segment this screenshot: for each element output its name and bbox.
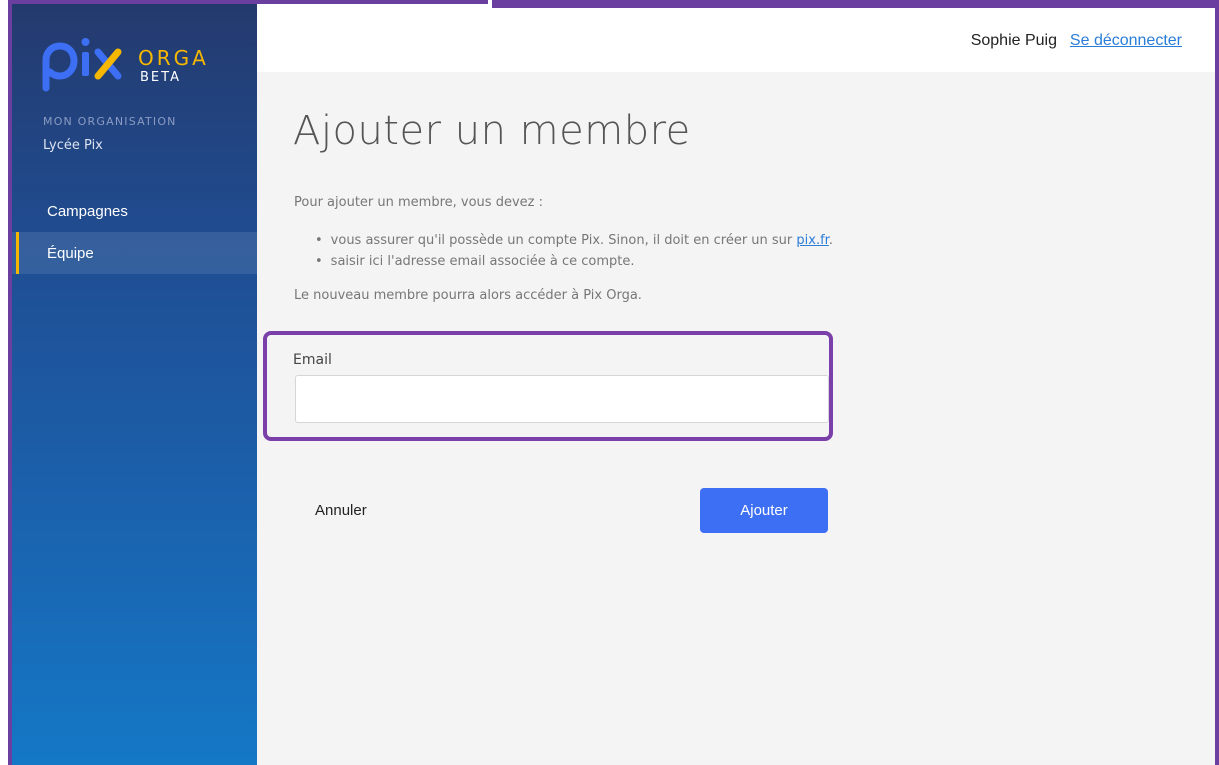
sidebar: ORGA BETA MON ORGANISATION Lycée Pix Cam… [12,4,257,765]
sidebar-item-campagnes[interactable]: Campagnes [12,190,257,232]
main-content: Ajouter un membre Pour ajouter un membre… [257,72,1215,765]
outro-text: Le nouveau membre pourra alors accéder à… [294,288,642,303]
page-title: Ajouter un membre [293,108,691,154]
sidebar-item-label: Équipe [47,244,94,262]
sidebar-nav: Campagnes Équipe [12,190,257,274]
sidebar-item-label: Campagnes [47,202,128,220]
top-bar: Sophie Puig Se déconnecter [257,8,1215,72]
bullet-text: vous assurer qu'il possède un compte Pix… [330,233,797,248]
list-item: vous assurer qu'il possède un compte Pix… [315,230,833,251]
cancel-button[interactable]: Annuler [315,502,367,519]
logout-link[interactable]: Se déconnecter [1070,32,1182,50]
email-field-highlight: Email [263,331,833,441]
logo-beta-badge: BETA [140,70,181,85]
list-item: saisir ici l'adresse email associée à ce… [315,251,833,272]
logo-product-name: ORGA [138,46,209,70]
user-name: Sophie Puig [970,32,1057,49]
intro-text: Pour ajouter un membre, vous devez : [294,195,543,210]
add-button[interactable]: Ajouter [700,488,828,533]
pix-fr-link[interactable]: pix.fr [796,233,828,248]
bullet-end: . [828,233,833,248]
email-label: Email [293,352,332,368]
email-input[interactable] [295,375,829,423]
frame-top-border-right [492,0,1219,8]
pix-logo-icon [42,38,122,92]
requirements-list: vous assurer qu'il possède un compte Pix… [315,230,833,272]
organization-name: Lycée Pix [43,138,103,153]
sidebar-item-equipe[interactable]: Équipe [12,232,257,274]
organization-label: MON ORGANISATION [43,115,177,128]
frame-right-border [1215,0,1219,765]
